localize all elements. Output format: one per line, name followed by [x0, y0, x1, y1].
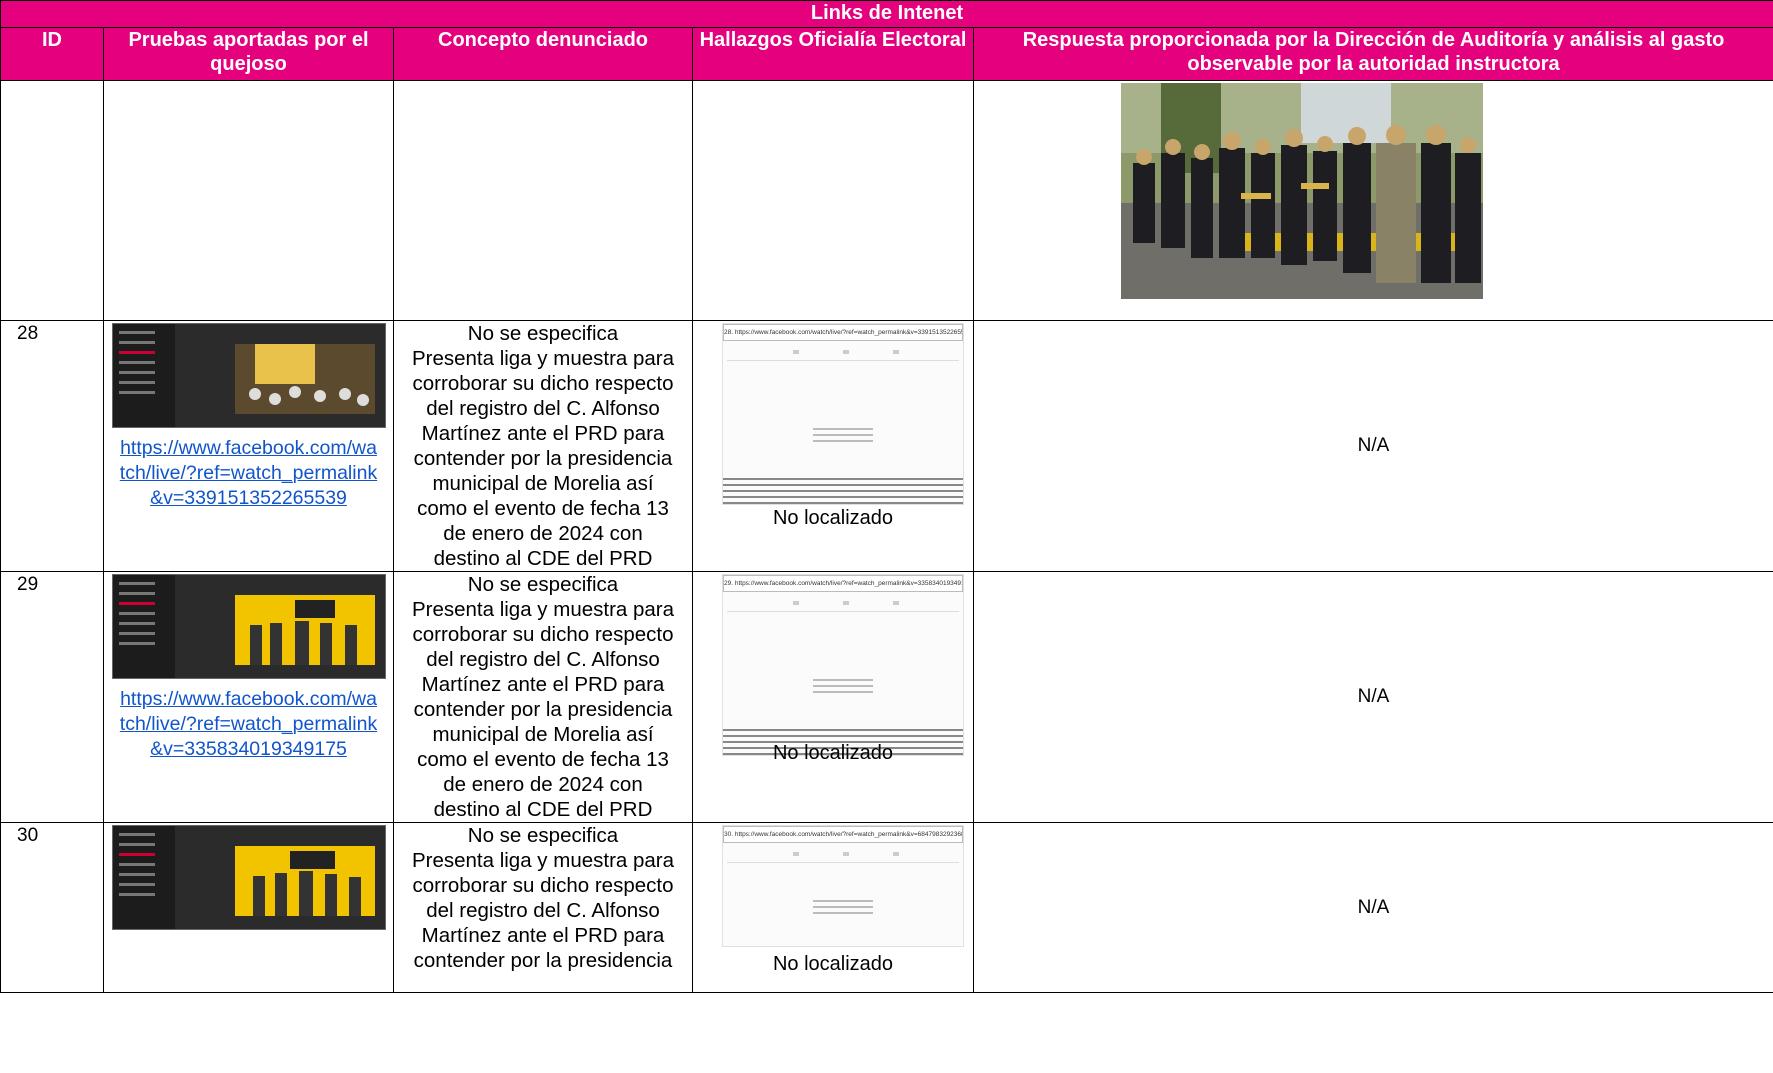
finding-screenshot: 28. https://www.facebook.com/watch/live/… — [722, 323, 964, 505]
video-thumbnail — [111, 825, 386, 930]
evidence-link[interactable]: https://www.facebook.com/wa tch/live/?ref… — [104, 436, 393, 511]
header-respuesta: Respuesta proporcionada por la Dirección… — [972, 27, 1773, 81]
row-id: 29 — [0, 571, 104, 823]
event-photo — [1121, 83, 1483, 299]
respuesta-cell: N/A — [972, 822, 1773, 993]
pruebas-cell — [103, 822, 394, 993]
finding-status: No localizado — [772, 953, 894, 975]
table-title: Links de Intenet — [0, 0, 1773, 28]
pruebas-cell: https://www.facebook.com/wa tch/live/?ref… — [103, 571, 394, 823]
finding-screenshot: 29. https://www.facebook.com/watch/live/… — [722, 574, 964, 756]
table-row: 28 https://www.facebook.com/wa tch/live/?… — [0, 320, 1773, 572]
row-id: 28 — [0, 320, 104, 572]
evidence-link[interactable]: https://www.facebook.com/wa tch/live/?ref… — [104, 687, 393, 762]
video-thumbnail — [111, 574, 386, 679]
concepto-cell-empty — [393, 80, 693, 321]
concepto-cell: No se especifica Presenta liga y muestra … — [393, 571, 693, 823]
evidence-table: Links de Intenet ID Pruebas aportadas po… — [0, 0, 1773, 993]
table-row: 29 https://www.facebook.com/wa tch/live/?… — [0, 571, 1773, 823]
concepto-cell: No se especifica Presenta liga y muestra … — [393, 320, 693, 572]
row-id: 30 — [0, 822, 104, 993]
header-pruebas: Pruebas aportadas por el quejoso — [103, 27, 394, 81]
video-thumbnail — [111, 323, 386, 428]
hallazgos-cell: 28. https://www.facebook.com/watch/live/… — [692, 320, 974, 572]
id-cell-empty — [0, 80, 104, 321]
finding-screenshot: 30. https://www.facebook.com/watch/live/… — [722, 825, 964, 947]
respuesta-cell-photo — [972, 80, 1773, 321]
header-hallazgos: Hallazgos Oficialía Electoral — [692, 27, 974, 81]
header-concepto: Concepto denunciado — [393, 27, 693, 81]
header-id: ID — [0, 27, 104, 81]
pruebas-cell-empty — [103, 80, 394, 321]
respuesta-cell: N/A — [972, 571, 1773, 823]
hallazgos-cell: 30. https://www.facebook.com/watch/live/… — [692, 822, 974, 993]
pruebas-cell: https://www.facebook.com/wa tch/live/?ref… — [103, 320, 394, 572]
table-row: 30 No se especifica Presenta liga y muest… — [0, 822, 1773, 993]
hallazgos-cell: 29. https://www.facebook.com/watch/live/… — [692, 571, 974, 823]
concepto-cell: No se especifica Presenta liga y muestra … — [393, 822, 693, 993]
finding-status: No localizado — [772, 507, 894, 529]
table-row — [0, 80, 1773, 321]
hallazgos-cell-empty — [692, 80, 974, 321]
respuesta-cell: N/A — [972, 320, 1773, 572]
finding-status: No localizado — [772, 742, 894, 764]
